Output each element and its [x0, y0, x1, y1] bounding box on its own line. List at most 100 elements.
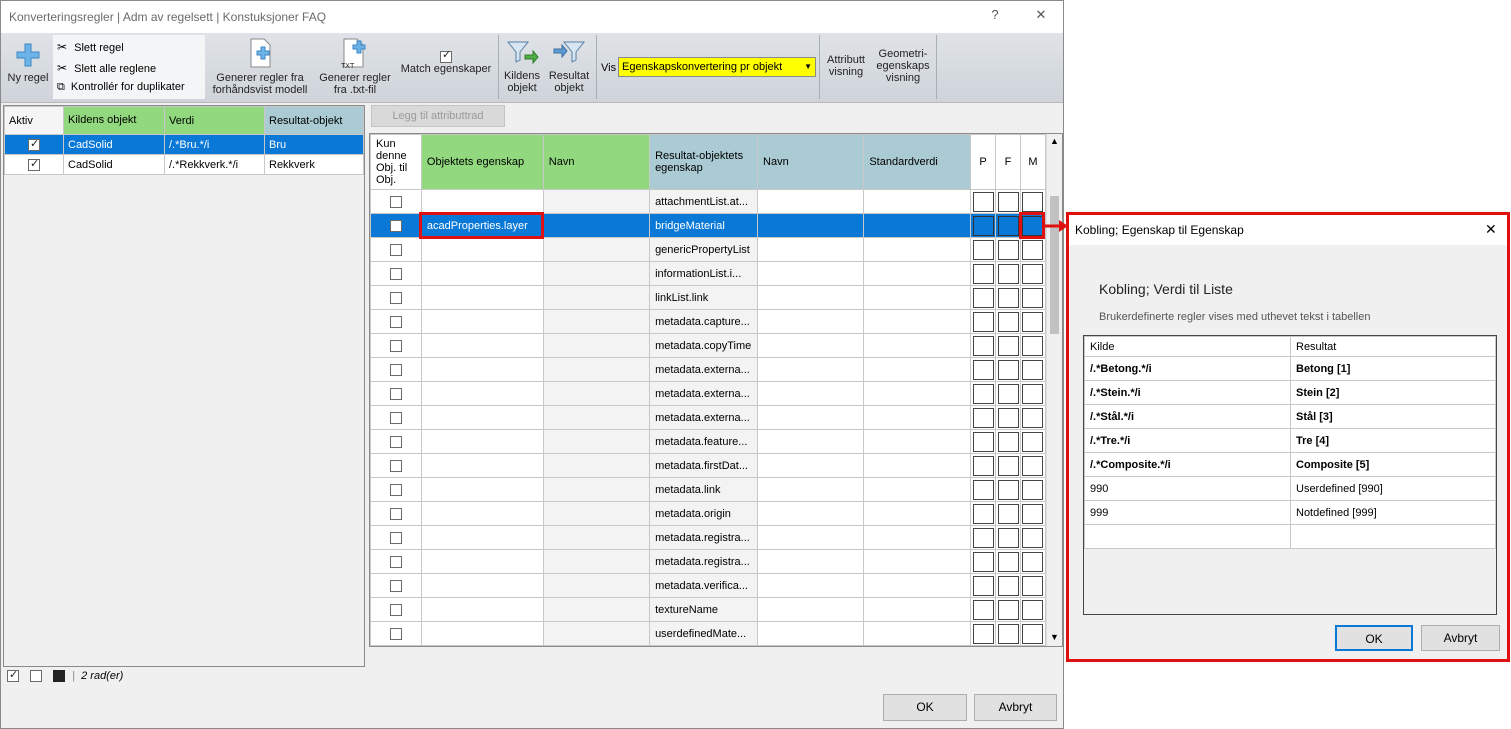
table-row[interactable]: metadata.firstDat...	[370, 453, 1047, 478]
result-name-cell[interactable]	[757, 525, 865, 550]
result-property-cell[interactable]: metadata.externa...	[649, 405, 759, 430]
result-name-cell[interactable]	[757, 405, 865, 430]
p-checkbox[interactable]	[972, 431, 994, 452]
m-cell[interactable]	[1019, 597, 1047, 622]
m-cell[interactable]	[1019, 189, 1047, 214]
object-property-cell[interactable]	[420, 381, 544, 406]
only-this-checkbox[interactable]	[389, 315, 402, 328]
m-cell[interactable]	[1019, 357, 1047, 382]
source-cell[interactable]: /.*Stein.*/i	[1084, 380, 1291, 405]
p-checkbox[interactable]	[972, 359, 994, 380]
f-cell[interactable]	[995, 573, 1021, 598]
only-this-cell[interactable]	[370, 621, 422, 646]
result-name-cell[interactable]	[757, 309, 865, 334]
source-cell[interactable]: CadSolid	[63, 154, 165, 175]
f-checkbox[interactable]	[997, 359, 1019, 380]
default-value-cell[interactable]	[863, 189, 972, 214]
object-property-cell[interactable]	[420, 597, 544, 622]
default-value-cell[interactable]	[863, 213, 972, 238]
source-cell[interactable]: /.*Tre.*/i	[1084, 428, 1291, 453]
result-property-cell[interactable]: attachmentList.at...	[649, 189, 759, 214]
table-row[interactable]: metadata.registra...	[370, 549, 1047, 574]
only-this-checkbox[interactable]	[389, 459, 402, 472]
only-this-checkbox[interactable]	[389, 603, 402, 616]
m-checkbox[interactable]	[1022, 479, 1044, 500]
default-value-cell[interactable]	[863, 261, 972, 286]
match-properties-checkbox[interactable]	[440, 49, 452, 64]
result-property-cell[interactable]: metadata.externa...	[649, 381, 759, 406]
only-this-cell[interactable]	[370, 381, 422, 406]
p-cell[interactable]	[970, 573, 997, 598]
source-cell[interactable]: 990	[1084, 476, 1291, 501]
result-name-cell[interactable]	[757, 453, 865, 478]
value-cell[interactable]: /.*Rekkverk.*/i	[164, 154, 265, 175]
object-property-cell[interactable]	[420, 333, 544, 358]
f-checkbox[interactable]	[997, 623, 1019, 644]
only-this-cell[interactable]	[370, 597, 422, 622]
only-this-checkbox[interactable]	[389, 531, 402, 544]
scroll-down-icon[interactable]: ▼	[1050, 632, 1059, 642]
table-row[interactable]: 990 Userdefined [990]	[1084, 476, 1496, 501]
object-property-cell[interactable]	[420, 477, 544, 502]
f-checkbox[interactable]	[997, 503, 1019, 524]
name-cell[interactable]	[542, 237, 651, 262]
m-cell[interactable]	[1019, 621, 1047, 646]
name-cell[interactable]	[542, 621, 651, 646]
only-this-checkbox[interactable]	[389, 387, 402, 400]
f-cell[interactable]	[995, 285, 1021, 310]
table-row[interactable]: 999 Notdefined [999]	[1084, 500, 1496, 525]
table-row[interactable]: metadata.copyTime	[370, 333, 1047, 358]
result-property-cell[interactable]: textureName	[649, 597, 759, 622]
p-checkbox[interactable]	[972, 503, 994, 524]
close-button[interactable]: ✕	[1029, 7, 1053, 23]
view-mode-dropdown[interactable]: Egenskapskonvertering pr objekt ▼	[618, 57, 816, 77]
p-checkbox[interactable]	[972, 239, 994, 260]
result-name-cell[interactable]	[757, 621, 865, 646]
object-property-cell[interactable]	[420, 357, 544, 382]
p-checkbox[interactable]	[972, 479, 994, 500]
f-cell[interactable]	[995, 333, 1021, 358]
check-all-checkbox[interactable]	[7, 668, 19, 683]
name-cell[interactable]	[542, 597, 651, 622]
m-checkbox[interactable]	[1022, 431, 1044, 452]
p-cell[interactable]	[970, 309, 997, 334]
result-property-cell[interactable]: metadata.origin	[649, 501, 759, 526]
table-row[interactable]: metadata.externa...	[370, 381, 1047, 406]
default-value-cell[interactable]	[863, 453, 972, 478]
only-this-cell[interactable]	[370, 477, 422, 502]
m-cell[interactable]	[1019, 501, 1047, 526]
new-rule-button[interactable]: Ny regel	[5, 41, 51, 84]
name-cell[interactable]	[542, 261, 651, 286]
source-cell[interactable]: /.*Composite.*/i	[1084, 452, 1291, 477]
active-checkbox[interactable]	[28, 157, 40, 171]
result-name-cell[interactable]	[757, 381, 865, 406]
active-checkbox[interactable]	[28, 137, 40, 151]
only-this-checkbox[interactable]	[389, 483, 402, 496]
p-checkbox[interactable]	[972, 551, 994, 572]
result-property-cell[interactable]: metadata.capture...	[649, 309, 759, 334]
p-cell[interactable]	[970, 213, 997, 238]
result-cell[interactable]: Stein [2]	[1290, 380, 1496, 405]
m-cell[interactable]	[1019, 453, 1047, 478]
only-this-cell[interactable]	[370, 213, 422, 238]
source-cell[interactable]: 999	[1084, 500, 1291, 525]
name-cell[interactable]	[542, 549, 651, 574]
table-row[interactable]: metadata.registra...	[370, 525, 1047, 550]
f-cell[interactable]	[995, 477, 1021, 502]
p-checkbox[interactable]	[972, 527, 994, 548]
only-this-cell[interactable]	[370, 429, 422, 454]
p-cell[interactable]	[970, 333, 997, 358]
f-checkbox[interactable]	[997, 551, 1019, 572]
source-cell[interactable]: /.*Betong.*/i	[1084, 356, 1291, 381]
header-value[interactable]: Verdi	[164, 106, 265, 135]
result-cell[interactable]: Bru	[264, 134, 364, 155]
table-row[interactable]: /.*Tre.*/i Tre [4]	[1084, 428, 1496, 453]
default-value-cell[interactable]	[863, 573, 972, 598]
scroll-thumb[interactable]	[1050, 196, 1059, 334]
f-cell[interactable]	[995, 189, 1021, 214]
only-this-cell[interactable]	[370, 261, 422, 286]
f-checkbox[interactable]	[997, 383, 1019, 404]
p-checkbox[interactable]	[972, 623, 994, 644]
name-cell[interactable]	[542, 285, 651, 310]
m-checkbox[interactable]	[1022, 599, 1044, 620]
